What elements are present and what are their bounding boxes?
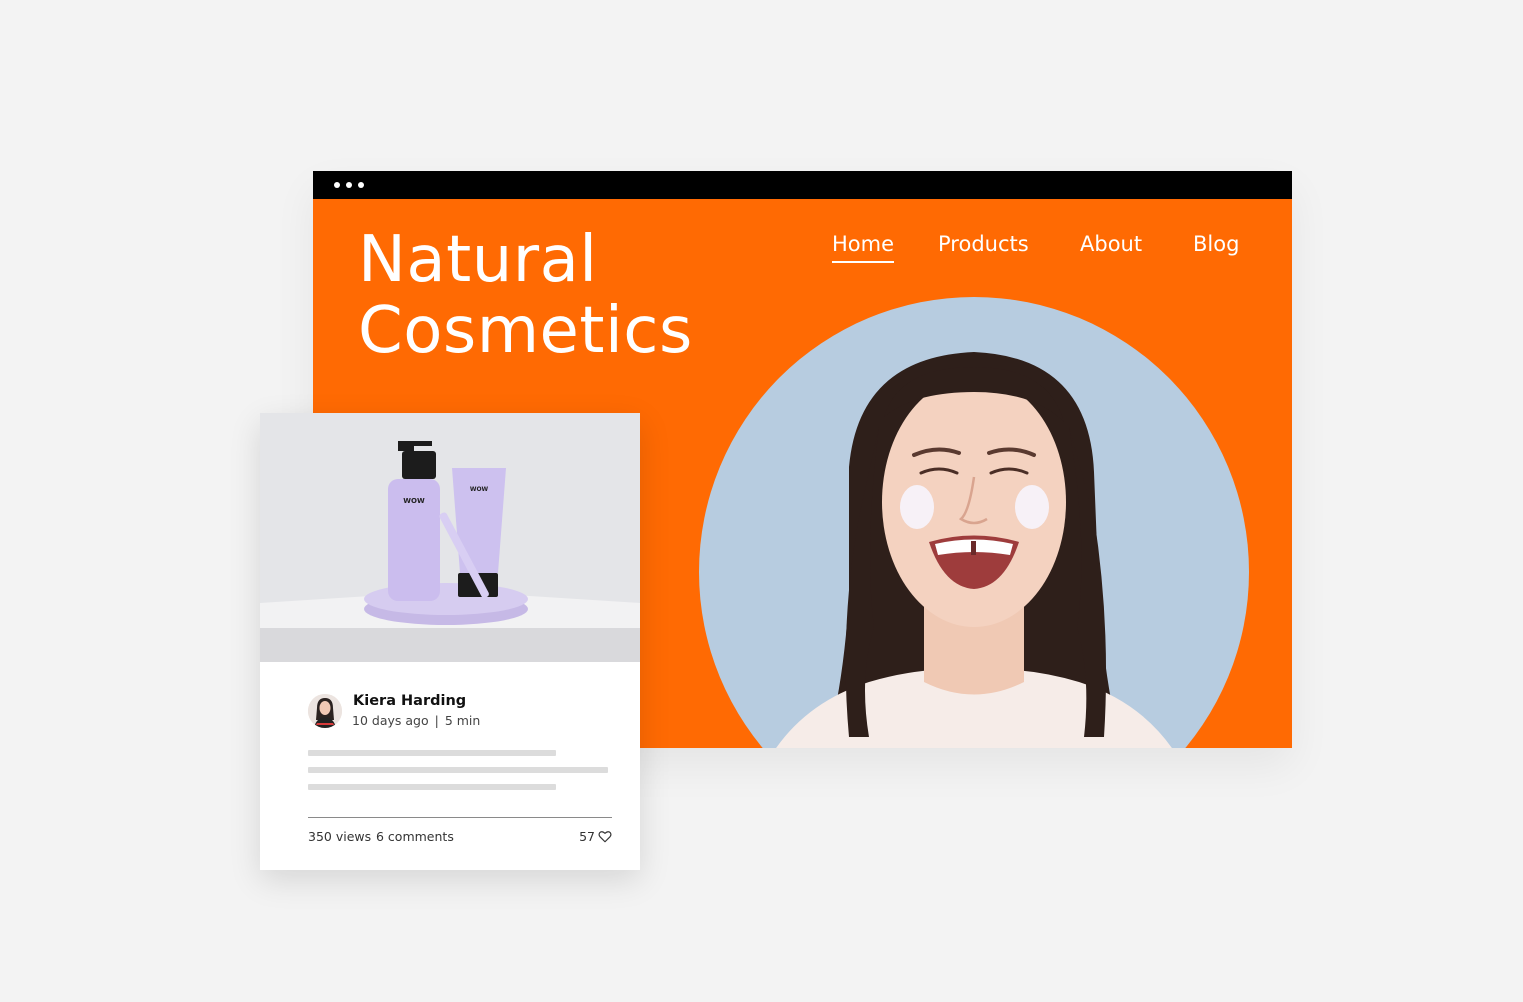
window-controls[interactable]: [334, 182, 364, 188]
likes-count: 57: [579, 829, 595, 844]
main-nav: Home Products About Blog: [313, 230, 1292, 270]
comments-link[interactable]: 6 comments: [376, 829, 454, 844]
smiling-woman-illustration: [776, 352, 1172, 748]
avatar-illustration: [308, 694, 342, 728]
excerpt-placeholder-line: [308, 767, 608, 773]
read-time: 5 min: [444, 713, 481, 728]
nav-blog[interactable]: Blog: [1193, 230, 1239, 258]
site-title-line-2: Cosmetics: [358, 294, 693, 368]
meta-separator: |: [434, 713, 439, 728]
excerpt-placeholder-line: [308, 750, 556, 756]
excerpt-placeholder-line: [308, 784, 556, 790]
post-meta: 10 days ago | 5 min: [352, 713, 480, 728]
nav-products[interactable]: Products: [938, 230, 1029, 258]
svg-text:WOW: WOW: [403, 497, 425, 505]
author-name[interactable]: Kiera Harding: [353, 693, 466, 709]
post-stats: 350 views 6 comments 57: [308, 829, 612, 847]
browser-titlebar: [313, 171, 1292, 199]
nav-about[interactable]: About: [1080, 230, 1142, 258]
nav-home[interactable]: Home: [832, 230, 895, 263]
post-time: 10 days ago: [352, 713, 429, 728]
heart-icon: [598, 831, 612, 843]
blog-post-card[interactable]: WOW WOW Kiera Harding 10 days ago | 5 min …: [260, 413, 640, 870]
window-dot-icon: [358, 182, 364, 188]
like-button[interactable]: 57: [579, 829, 612, 844]
cosmetic-products-illustration: WOW WOW: [260, 413, 640, 662]
avatar[interactable]: [308, 694, 342, 728]
views-count: 350 views: [308, 829, 372, 844]
window-dot-icon: [346, 182, 352, 188]
post-image[interactable]: WOW WOW: [260, 413, 640, 662]
svg-text:WOW: WOW: [470, 486, 489, 493]
window-dot-icon: [334, 182, 340, 188]
card-divider: [308, 817, 612, 818]
hero-image: [699, 297, 1249, 748]
